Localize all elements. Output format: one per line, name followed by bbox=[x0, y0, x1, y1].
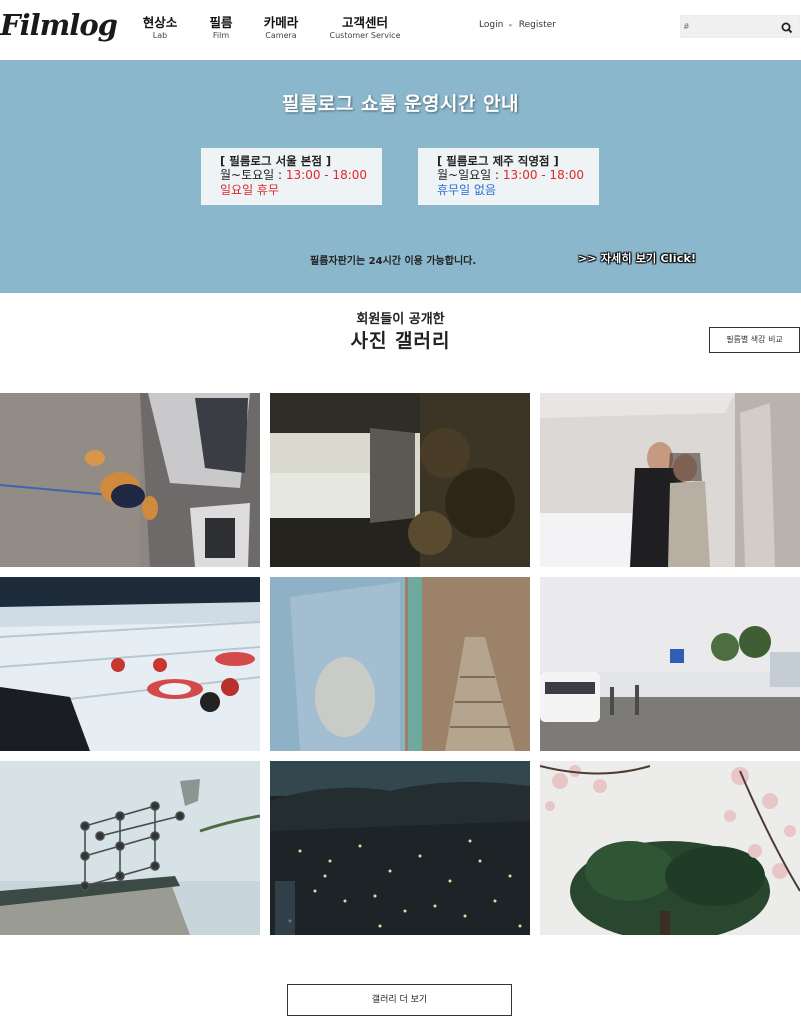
login-link[interactable]: Login bbox=[479, 20, 503, 30]
banner-more-link[interactable]: >> 자세히 보기 Click! bbox=[578, 250, 696, 266]
register-link[interactable]: Register bbox=[519, 20, 556, 30]
search-box bbox=[680, 15, 800, 38]
gallery-subtitle: 회원들이 공개한 bbox=[356, 312, 445, 327]
gallery-photo-wheelchair-curling[interactable] bbox=[0, 577, 260, 751]
store-days: 월~토요일 : bbox=[220, 168, 286, 182]
store-time: 13:00 - 18:00 bbox=[285, 168, 368, 182]
photo-image bbox=[0, 393, 260, 567]
gallery-photo-building-and-trees[interactable] bbox=[270, 393, 530, 567]
auth-links: Login ▸ Register bbox=[479, 20, 556, 30]
photo-image bbox=[540, 761, 800, 935]
store-hours: 월~일요일 : 13:00 - 18:00 bbox=[437, 168, 599, 183]
banner-title: 필름로그 쇼룸 운영시간 안내 bbox=[281, 93, 520, 115]
gallery-heading: 회원들이 공개한 사진 갤러리 bbox=[0, 311, 801, 353]
nav-item-camera[interactable]: 카메라 Camera bbox=[236, 15, 326, 41]
photo-image bbox=[0, 577, 260, 751]
gallery-photo-cherry-blossom-tree[interactable] bbox=[540, 761, 800, 935]
photo-image bbox=[540, 393, 800, 567]
separator: ▸ bbox=[509, 21, 513, 29]
site-header: Filmlog 현상소 Lab 필름 Film 카메라 Camera 고객센터 … bbox=[0, 0, 801, 60]
photo-image bbox=[540, 577, 800, 751]
gallery-photo-double-exposure-stairs[interactable] bbox=[270, 577, 530, 751]
search-input[interactable] bbox=[681, 16, 781, 37]
store-closed-day: 일요일 휴무 bbox=[220, 183, 280, 197]
store-name: [ 필름로그 제주 직영점 ] bbox=[437, 154, 559, 168]
store-card-seoul: [ 필름로그 서울 본점 ] 월~토요일 : 13:00 - 18:00 일요일… bbox=[201, 148, 382, 205]
photo-image bbox=[270, 761, 530, 935]
vending-machine-note: 필름자판기는 24시간 이용 가능합니다. bbox=[310, 256, 477, 267]
nav-label-en: Camera bbox=[265, 31, 297, 40]
store-card-jeju: [ 필름로그 제주 직영점 ] 월~일요일 : 13:00 - 18:00 휴무… bbox=[418, 148, 599, 205]
store-name: [ 필름로그 서울 본점 ] bbox=[220, 154, 332, 168]
film-color-compare-button[interactable]: 필름별 색감 비교 bbox=[709, 327, 800, 353]
nav-label-en: Customer Service bbox=[329, 31, 401, 40]
gallery-photo-couple-selfie[interactable] bbox=[540, 393, 800, 567]
photo-image bbox=[270, 393, 530, 567]
showroom-hours-banner[interactable]: 필름로그 쇼룸 운영시간 안내 [ 필름로그 서울 본점 ] 월~토요일 : 1… bbox=[0, 60, 801, 293]
gallery-photo-molecule-sculpture[interactable] bbox=[0, 761, 260, 935]
gallery-more-button[interactable]: 갤러리 더 보기 bbox=[287, 984, 512, 1016]
gallery-photo-bus-stop-parking[interactable] bbox=[540, 577, 800, 751]
store-days: 월~일요일 : bbox=[437, 168, 503, 182]
logo[interactable]: Filmlog bbox=[0, 8, 118, 42]
nav-label-ko: 카메라 bbox=[263, 15, 299, 30]
photo-image bbox=[270, 577, 530, 751]
store-time: 13:00 - 18:00 bbox=[502, 168, 585, 182]
nav-label-ko: 고객센터 bbox=[341, 15, 388, 30]
store-closed-day: 휴무일 없음 bbox=[437, 183, 497, 197]
gallery-photo-city-night-view[interactable] bbox=[270, 761, 530, 935]
nav-item-customer-service[interactable]: 고객센터 Customer Service bbox=[320, 15, 410, 41]
store-hours: 월~토요일 : 13:00 - 18:00 bbox=[220, 168, 382, 183]
photo-image bbox=[0, 761, 260, 935]
gallery-title: 사진 갤러리 bbox=[350, 330, 451, 352]
search-icon[interactable] bbox=[780, 20, 794, 34]
gallery-photo-dog-on-street[interactable] bbox=[0, 393, 260, 567]
